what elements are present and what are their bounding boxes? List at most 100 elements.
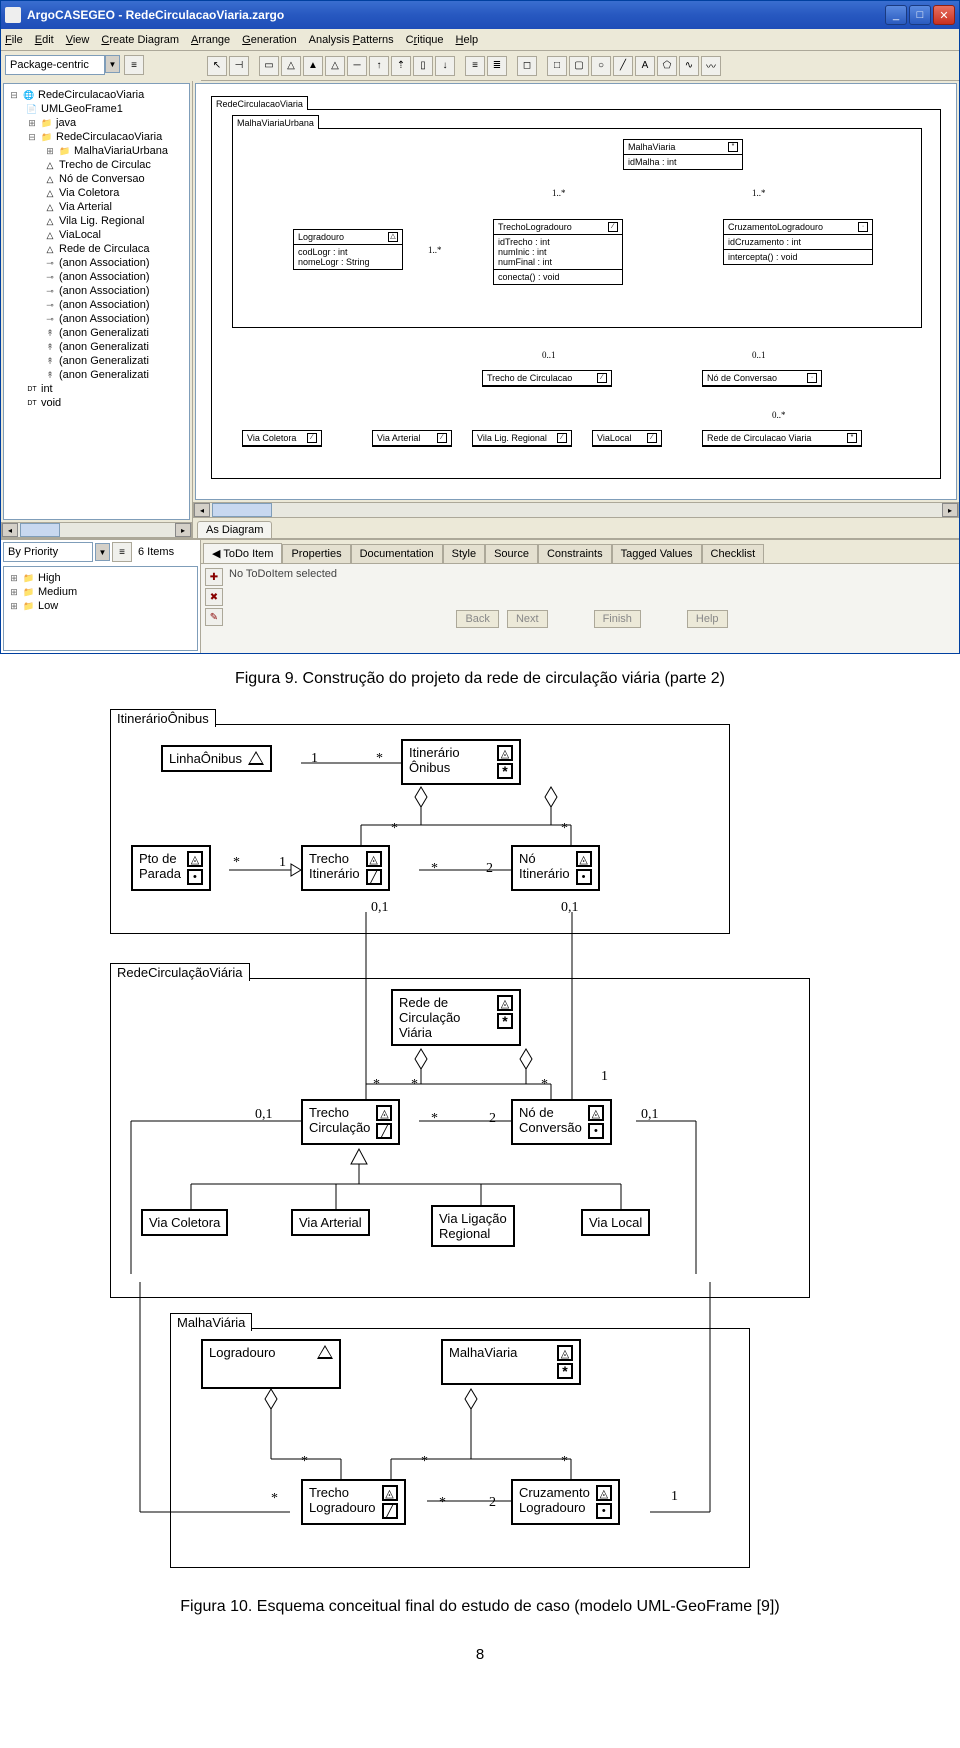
class-trecholog[interactable]: TrechoLogradouro∕ idTrecho : intnumInic … xyxy=(493,219,623,285)
tool-arrow-up[interactable]: ↑ xyxy=(369,56,389,76)
tree-item[interactable]: Via Arterial xyxy=(59,201,112,213)
tool-triangle1[interactable]: △ xyxy=(281,56,301,76)
class-vialocal[interactable]: ViaLocal∕ xyxy=(592,430,662,447)
class-redecirc[interactable]: Rede de Circulacao Viaria* xyxy=(702,430,862,447)
tree-item[interactable]: (anon Generalizati xyxy=(59,369,149,381)
tree-toggle-icon[interactable]: ↟ xyxy=(44,341,56,353)
tool-rect2[interactable]: ▯ xyxy=(413,56,433,76)
tree-item[interactable]: java xyxy=(56,117,76,129)
class-cruzamento[interactable]: CruzamentoLogradouro· idCruzamento : int… xyxy=(723,219,873,265)
class-vilalig[interactable]: Vila Lig. Regional∕ xyxy=(472,430,572,447)
tool-broom[interactable]: ⊣ xyxy=(229,56,249,76)
tab-documentation[interactable]: Documentation xyxy=(351,544,443,563)
priority-list[interactable]: ⊞📁High ⊞📁Medium ⊞📁Low xyxy=(3,566,198,651)
priority-arrow[interactable]: ▼ xyxy=(95,543,110,561)
tree-item[interactable]: (anon Association) xyxy=(59,257,150,269)
tree-item[interactable]: Nó de Conversao xyxy=(59,173,145,185)
tree-toggle-icon[interactable]: ⊞ xyxy=(44,145,56,157)
tree-item[interactable]: (anon Association) xyxy=(59,299,150,311)
tab-source[interactable]: Source xyxy=(485,544,538,563)
tree-item[interactable]: (anon Association) xyxy=(59,271,150,283)
tool-shape-rect[interactable]: □ xyxy=(547,56,567,76)
tool-lines2[interactable]: ≣ xyxy=(487,56,507,76)
tool-curve[interactable]: ∿ xyxy=(679,56,699,76)
tab-checklist[interactable]: Checklist xyxy=(702,544,765,563)
tab-constraints[interactable]: Constraints xyxy=(538,544,612,563)
new-todo-button[interactable]: ✚ xyxy=(205,568,223,586)
perspective-arrow[interactable]: ▼ xyxy=(105,55,120,73)
tree-toggle-icon[interactable]: ↟ xyxy=(44,355,56,367)
snooze-button[interactable]: ✎ xyxy=(205,608,223,626)
class-malhaviaria[interactable]: MalhaViaria* idMalha : int xyxy=(623,139,743,170)
tree-item[interactable]: int xyxy=(41,383,53,395)
tree-item[interactable]: (anon Association) xyxy=(59,285,150,297)
menu-generation[interactable]: Generation xyxy=(242,34,296,46)
tree-toggle-icon[interactable]: ⊞ xyxy=(26,117,38,129)
class-trechocirc[interactable]: Trecho de Circulacao∕ xyxy=(482,370,612,387)
tree-item[interactable]: void xyxy=(41,397,61,409)
tree-toggle-icon[interactable]: ⊸ xyxy=(44,285,56,297)
tab-properties[interactable]: Properties xyxy=(282,544,350,563)
tool-text[interactable]: A xyxy=(635,56,655,76)
help-button[interactable]: Help xyxy=(687,610,728,628)
tool-select[interactable]: ↖ xyxy=(207,56,227,76)
tool-lines1[interactable]: ≡ xyxy=(465,56,485,76)
tab-todo[interactable]: ◀ ToDo Item xyxy=(203,543,282,563)
diagram-canvas[interactable]: RedeCirculacaoViaria MalhaViariaUrbana M… xyxy=(195,83,957,500)
tree-item[interactable]: UMLGeoFrame1 xyxy=(41,103,123,115)
tree-toggle-icon[interactable]: ⊸ xyxy=(44,257,56,269)
tool-triangle2[interactable]: ▲ xyxy=(303,56,323,76)
tool-shape-circle[interactable]: ○ xyxy=(591,56,611,76)
tree-toggle-icon[interactable]: ⊟ xyxy=(26,131,38,143)
finish-button[interactable]: Finish xyxy=(594,610,641,628)
menu-create[interactable]: Create Diagram xyxy=(101,34,179,46)
tree-toggle-icon[interactable]: ⊸ xyxy=(44,313,56,325)
back-button[interactable]: Back xyxy=(456,610,498,628)
diagram-hscroll[interactable]: ◂ ▸ xyxy=(193,502,959,518)
titlebar[interactable]: ArgoCASEGEO - RedeCirculacaoViaria.zargo… xyxy=(1,1,959,29)
tab-style[interactable]: Style xyxy=(443,544,485,563)
tree-toggle-icon[interactable]: ↟ xyxy=(44,369,56,381)
list-item[interactable]: Medium xyxy=(38,586,77,598)
tab-tagged[interactable]: Tagged Values xyxy=(612,544,702,563)
scroll-right-icon[interactable]: ▸ xyxy=(942,503,958,517)
tree-item[interactable]: (anon Generalizati xyxy=(59,327,149,339)
tool-poly[interactable]: ⬠ xyxy=(657,56,677,76)
menu-help[interactable]: Help xyxy=(456,34,479,46)
tree-item[interactable]: ViaLocal xyxy=(59,229,101,241)
tool-shape-roundrect[interactable]: ▢ xyxy=(569,56,589,76)
perspective-config-button[interactable]: ≡ xyxy=(124,55,144,75)
tree-item[interactable]: (anon Generalizati xyxy=(59,355,149,367)
tool-shape-line[interactable]: ╱ xyxy=(613,56,633,76)
tab-as-diagram[interactable]: As Diagram xyxy=(197,521,272,538)
tree-item[interactable]: (anon Association) xyxy=(59,313,150,325)
tree-item[interactable]: Rede de Circulaca xyxy=(59,243,150,255)
tool-triangle3[interactable]: △ xyxy=(325,56,345,76)
tree-item[interactable]: RedeCirculacaoViaria xyxy=(56,131,162,143)
scroll-left-icon[interactable]: ◂ xyxy=(194,503,210,517)
list-item[interactable]: High xyxy=(38,572,61,584)
maximize-button[interactable]: □ xyxy=(909,5,931,25)
tree-toggle-icon[interactable]: ⊟ xyxy=(8,89,20,101)
package-tab[interactable]: MalhaViariaUrbana xyxy=(232,115,319,129)
tree-toggle-icon[interactable]: ↟ xyxy=(44,327,56,339)
class-noconv[interactable]: Nó de Conversao· xyxy=(702,370,822,387)
model-tree[interactable]: ⊟🌐RedeCirculacaoViaria 📄UMLGeoFrame1 ⊞📁j… xyxy=(3,83,190,520)
tree-item[interactable]: (anon Generalizati xyxy=(59,341,149,353)
scroll-left-icon[interactable]: ◂ xyxy=(2,523,18,537)
menu-view[interactable]: View xyxy=(66,34,90,46)
menu-file[interactable]: File xyxy=(5,34,23,46)
menu-edit[interactable]: Edit xyxy=(35,34,54,46)
tree-root[interactable]: RedeCirculacaoViaria xyxy=(38,89,144,101)
menu-patterns[interactable]: Analysis Patterns xyxy=(309,34,394,46)
tool-rect[interactable]: ▭ xyxy=(259,56,279,76)
tool-note[interactable]: ◻ xyxy=(517,56,537,76)
flat-button[interactable]: ≡ xyxy=(112,542,132,562)
tool-arrow-up2[interactable]: ⇡ xyxy=(391,56,411,76)
close-button[interactable]: ✕ xyxy=(933,5,955,25)
menu-critique[interactable]: Critique xyxy=(406,34,444,46)
minimize-button[interactable]: _ xyxy=(885,5,907,25)
tree-item[interactable]: MalhaViariaUrbana xyxy=(74,145,168,157)
list-item[interactable]: Low xyxy=(38,600,58,612)
tool-arrow-down[interactable]: ↓ xyxy=(435,56,455,76)
